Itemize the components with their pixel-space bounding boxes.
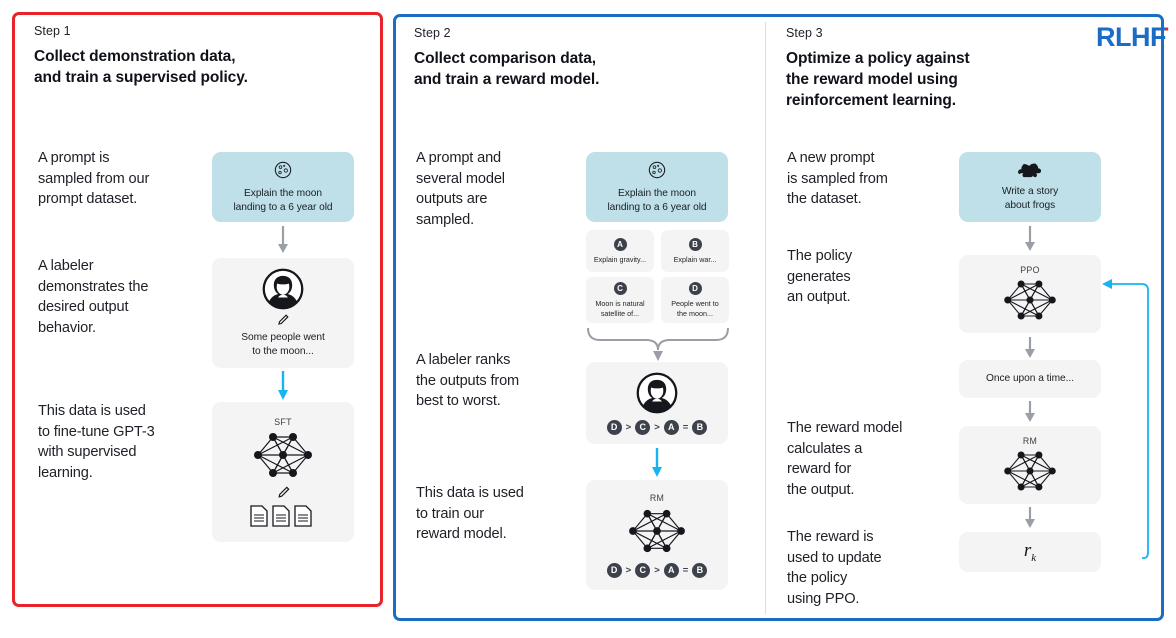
step3-arrow-1 xyxy=(1022,226,1038,252)
step3-feedback-loop-arrow xyxy=(1098,276,1154,560)
rank-item-d: D xyxy=(606,419,622,435)
neural-network-icon xyxy=(998,447,1062,495)
step1-title: Collect demonstration data, and train a … xyxy=(34,46,364,88)
step1-prompt-card[interactable]: Explain the moon landing to a 6 year old xyxy=(212,152,354,222)
rlhf-diagram: Step 1 Collect demonstration data, and t… xyxy=(0,0,1176,638)
step3-title-line2: the reward model using xyxy=(786,71,958,89)
step1-narrative-1: A prompt is sampled from our prompt data… xyxy=(38,150,150,208)
step2-title: Collect comparison data, and train a rew… xyxy=(414,48,754,90)
rank-op-1: > xyxy=(625,421,632,433)
moon-icon xyxy=(273,160,293,180)
rm-rank-op-1: > xyxy=(625,564,632,576)
step3-rm-card[interactable]: RM xyxy=(959,426,1101,504)
step2-column: Step 2 Collect comparison data, and trai… xyxy=(414,26,754,90)
step1-labeler-card[interactable]: Some people went to the moon... xyxy=(212,258,354,368)
rm-rank-item-a: A xyxy=(663,562,679,578)
rm-rank-op-3: = xyxy=(682,564,689,576)
step2-title-line1: Collect comparison data, xyxy=(414,50,596,67)
step1-label: Step 1 xyxy=(34,24,71,38)
step2-rm-card[interactable]: RM D > C > A = B xyxy=(586,480,728,590)
step1-narrative-3: This data is used to fine-tune GPT-3 wit… xyxy=(38,403,155,482)
step3-narrative-1: A new prompt is sampled from the dataset… xyxy=(787,150,888,208)
step3-reward-card[interactable]: rk xyxy=(959,532,1101,572)
step3-output-card[interactable]: Once upon a time... xyxy=(959,360,1101,398)
step3-ppo-card[interactable]: PPO xyxy=(959,255,1101,333)
option-card-b[interactable]: B Explain war... xyxy=(661,230,729,272)
step3-title: Optimize a policy against the reward mod… xyxy=(786,48,1154,111)
step2-title-line2: and train a reward model. xyxy=(414,71,600,89)
rank-item-b: B xyxy=(692,419,708,435)
step1-labeler-text: Some people went to the moon... xyxy=(241,331,325,357)
step2-merge-arrow xyxy=(586,326,732,362)
step2-label: Step 2 xyxy=(414,26,451,40)
option-text-a: Explain gravity... xyxy=(593,254,647,264)
step3-rm-caption: RM xyxy=(1022,435,1038,446)
step1-title-line1: Collect demonstration data, xyxy=(34,48,236,65)
step2-rm-caption: RM xyxy=(649,492,665,503)
step3-prompt-text: Write a story about frogs xyxy=(1001,186,1059,211)
pencil-icon xyxy=(276,313,290,327)
moon-icon xyxy=(647,160,667,180)
step1-model-card[interactable]: SFT xyxy=(212,402,354,542)
rank-op-3: = xyxy=(682,421,689,433)
option-text-d: People went to the moon... xyxy=(671,299,719,318)
column-divider xyxy=(765,22,766,614)
option-text-c: Moon is natural satellite of... xyxy=(595,299,645,318)
step1-model-caption: SFT xyxy=(274,416,292,427)
pencil-icon xyxy=(276,485,291,500)
step3-narrative-2: The policy generates an output. xyxy=(787,248,853,306)
option-letter-b: B xyxy=(688,237,702,251)
option-text-b: Explain war... xyxy=(673,254,717,264)
step1-narrative-2: A labeler demonstrates the desired outpu… xyxy=(38,258,149,337)
step3-output-text: Once upon a time... xyxy=(986,373,1074,385)
step2-prompt-card[interactable]: Explain the moon landing to a 6 year old xyxy=(586,152,728,222)
option-card-c[interactable]: C Moon is natural satellite of... xyxy=(586,277,654,323)
option-letter-c: C xyxy=(613,282,627,296)
step3-ppo-caption: PPO xyxy=(1020,264,1040,275)
reward-symbol: rk xyxy=(1023,540,1037,564)
rank-item-c: C xyxy=(635,419,651,435)
step3-prompt-card[interactable]: Write a story about frogs xyxy=(959,152,1101,222)
step1-title-line2: and train a supervised policy. xyxy=(34,69,248,87)
step2-narrative-1: A prompt and several model outputs are s… xyxy=(416,150,505,229)
option-card-d[interactable]: D People went to the moon... xyxy=(661,277,729,323)
frog-icon xyxy=(1017,161,1043,179)
step3-arrow-4 xyxy=(1022,507,1038,529)
neural-network-icon xyxy=(998,276,1062,324)
step3-arrow-2 xyxy=(1022,337,1038,359)
rm-rank-item-d: D xyxy=(606,562,622,578)
documents-icon xyxy=(249,504,317,528)
neural-network-icon xyxy=(623,505,691,557)
step2-narrative-3: This data is used to train our reward mo… xyxy=(416,485,524,543)
step1-prompt-text: Explain the moon landing to a 6 year old xyxy=(233,187,333,213)
step1-arrow-1 xyxy=(275,226,291,254)
rank-op-2: > xyxy=(654,421,660,433)
option-card-a[interactable]: A Explain gravity... xyxy=(586,230,654,272)
step2-rm-ranking: D > C > A = B xyxy=(606,562,708,578)
step1-column: Step 1 Collect demonstration data, and t… xyxy=(34,24,364,88)
option-letter-d: D xyxy=(688,282,702,296)
step2-labeler-card[interactable]: D > C > A = B xyxy=(586,362,728,444)
step2-arrow-cyan xyxy=(649,448,665,478)
rm-rank-item-b: B xyxy=(692,562,708,578)
rm-rank-op-2: > xyxy=(654,564,660,576)
step3-narrative-3: The reward model calculates a reward for… xyxy=(787,420,903,499)
badge-rlhf: RLHF xyxy=(1096,22,1166,52)
option-letter-a: A xyxy=(613,237,627,251)
neural-network-icon xyxy=(248,428,318,482)
step1-arrow-2 xyxy=(275,371,291,401)
rank-item-a: A xyxy=(663,419,679,435)
step3-narrative-4: The reward is used to update the policy … xyxy=(787,529,882,608)
labeler-avatar-icon xyxy=(262,268,304,310)
step2-ranking: D > C > A = B xyxy=(606,419,708,435)
step3-title-line3: reinforcement learning. xyxy=(786,92,956,110)
labeler-avatar-icon xyxy=(636,372,678,414)
step3-arrow-3 xyxy=(1022,401,1038,423)
step2-prompt-text: Explain the moon landing to a 6 year old xyxy=(607,187,707,213)
step2-narrative-2: A labeler ranks the outputs from best to… xyxy=(416,352,520,410)
rm-rank-item-c: C xyxy=(635,562,651,578)
